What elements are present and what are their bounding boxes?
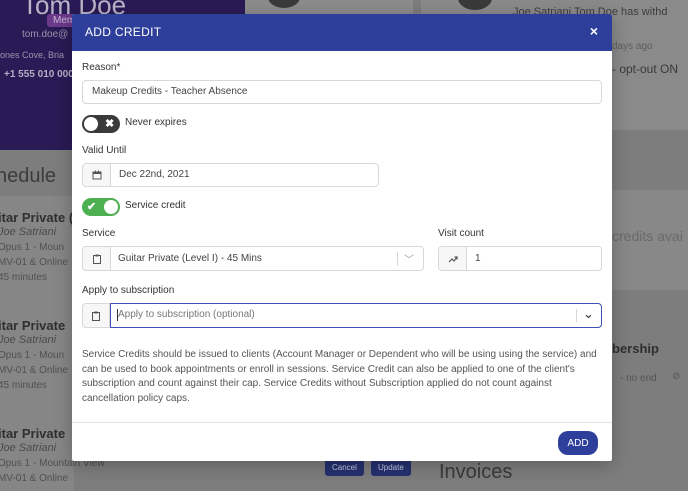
profile-email: tom.doe@ xyxy=(22,29,69,40)
cancel-button[interactable]: Cancel xyxy=(325,459,364,476)
select-divider xyxy=(397,252,398,266)
subscription-select[interactable]: Apply to subscription (optional) ⌄ xyxy=(82,303,602,328)
lesson-title: itar Private ( xyxy=(0,210,74,225)
service-value: Guitar Private (Level I) - 45 Mins xyxy=(118,253,262,264)
reason-label: Reason* xyxy=(82,62,121,73)
valid-until-label: Valid Until xyxy=(82,145,127,156)
trend-up-icon xyxy=(439,247,467,270)
service-credit-help-text: Service Credits should be issued to clie… xyxy=(82,349,597,404)
cancel-icon: ⊘ xyxy=(672,371,681,382)
subscription-label: Apply to subscription xyxy=(82,285,175,296)
invoices-heading: Invoices xyxy=(439,461,513,483)
valid-until-field[interactable]: Dec 22nd, 2021 xyxy=(82,163,379,187)
profile-address: ones Cove, Bria xyxy=(0,50,65,60)
check-icon: ✔ xyxy=(87,201,97,213)
lesson-mode: MV-01 & Online xyxy=(0,257,69,268)
modal-header: ADD CREDIT × xyxy=(72,14,612,51)
update-button[interactable]: Update xyxy=(371,459,411,476)
close-icon[interactable]: × xyxy=(590,23,598,39)
chevron-down-icon[interactable]: ⌄ xyxy=(583,306,594,322)
lesson-teacher: Joe Satriani xyxy=(0,334,57,346)
credits-text: credits avai xyxy=(612,228,683,244)
lesson-room: Opus 1 - Moun xyxy=(0,242,65,253)
schedule-heading: nedule xyxy=(0,165,57,187)
reason-value: Makeup Credits - Teacher Absence xyxy=(92,86,248,97)
membership-heading: bership xyxy=(612,341,659,356)
service-label: Service xyxy=(82,228,116,239)
list-item: itar Private ( Joe Satriani Opus 1 - Mou… xyxy=(0,210,73,285)
toggle-knob xyxy=(84,117,98,131)
select-divider xyxy=(576,309,577,322)
membership-end: - no end xyxy=(620,373,657,384)
subscription-placeholder: Apply to subscription (optional) xyxy=(118,309,255,320)
calendar-icon xyxy=(83,164,111,186)
lesson-duration: 45 minutes xyxy=(0,272,47,283)
never-expires-label: Never expires xyxy=(125,117,187,128)
subscription-input-box[interactable]: Apply to subscription (optional) ⌄ xyxy=(110,303,602,328)
chevron-down-icon[interactable]: ﹀ xyxy=(404,251,414,266)
x-icon: ✖ xyxy=(105,118,115,130)
footer-divider xyxy=(72,422,612,423)
service-select[interactable]: Guitar Private (Level I) - 45 Mins ﹀ xyxy=(82,246,424,271)
add-credit-modal: ADD CREDIT × Reason* Makeup Credits - Te… xyxy=(72,14,612,461)
service-credit-label: Service credit xyxy=(125,200,186,211)
lesson-room: Opus 1 - Moun xyxy=(0,350,65,361)
visit-count-label: Visit count xyxy=(438,228,484,239)
visit-count-field[interactable]: 1 xyxy=(438,246,602,271)
text-cursor xyxy=(117,309,118,321)
service-credit-toggle[interactable]: ✔ xyxy=(82,198,120,216)
lesson-mode: MV-01 & Online xyxy=(0,473,69,484)
modal-title: ADD CREDIT xyxy=(85,25,162,39)
activity-optout: - opt-out ON xyxy=(612,62,679,76)
activity-time: days ago xyxy=(612,41,653,52)
lesson-title: itar Private xyxy=(0,318,66,333)
list-item: itar Private Joe Satriani Opus 1 - Moun … xyxy=(0,318,68,393)
clipboard-icon xyxy=(82,303,110,328)
toggle-knob xyxy=(104,200,118,214)
valid-until-value: Dec 22nd, 2021 xyxy=(119,169,190,180)
visit-count-value: 1 xyxy=(475,253,481,264)
reason-input[interactable]: Makeup Credits - Teacher Absence xyxy=(82,80,602,104)
add-button[interactable]: ADD xyxy=(558,431,598,455)
profile-phone: +1 555 010 000 xyxy=(4,69,74,80)
never-expires-toggle[interactable]: ✖ xyxy=(82,115,120,133)
clipboard-icon xyxy=(83,247,111,270)
lesson-mode: MV-01 & Online xyxy=(0,365,69,376)
lesson-duration: 45 minutes xyxy=(0,380,47,391)
lesson-teacher: Joe Satriani xyxy=(0,226,57,238)
